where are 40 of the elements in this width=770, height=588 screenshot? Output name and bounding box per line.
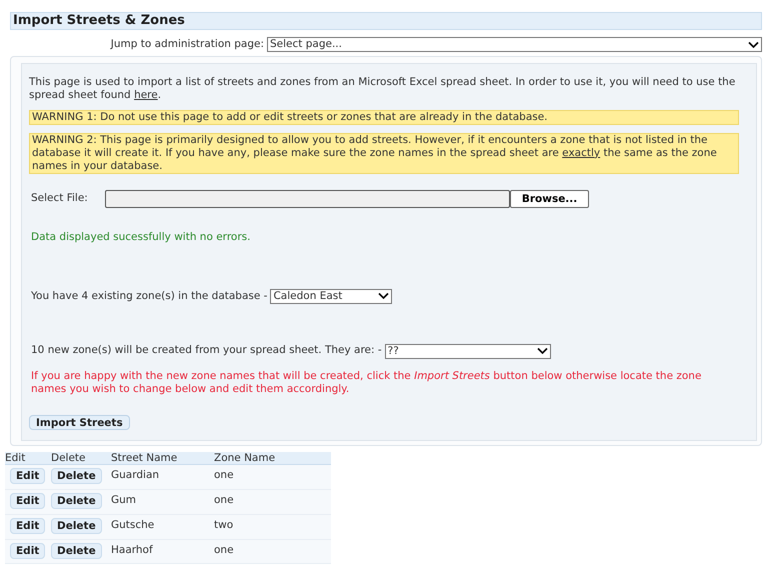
- table-cell: one: [214, 469, 234, 482]
- table-cell: Guardian: [111, 469, 160, 482]
- table-cell: Haarhof: [111, 544, 153, 556]
- here-link[interactable]: here: [134, 88, 158, 101]
- edit-button[interactable]: Edit: [10, 518, 46, 534]
- zone-select[interactable]: ??: [384, 344, 551, 359]
- success-message: Data displayed sucessfully with no errors.: [30, 230, 252, 245]
- import-button[interactable]: Import Streets: [29, 415, 130, 430]
- warning-message: WARNING 2: This page is primarily designed to allow you to add streets. However, if it encounters a zone that is not listed in the database it will create it. If you have any, please make sure the zone names in the spread sheet are exactly the same as the zone names in your database.: [29, 132, 739, 174]
- intro-text: This page is used to import a list of streets and zones from an Microsoft Excel spread sheet. In order to use it, you will need to use the spread sheet found here.: [29, 76, 736, 102]
- jump-label: Jump to administration page:: [110, 37, 264, 52]
- column-header: Delete: [51, 452, 86, 464]
- chevron-icon: [748, 40, 759, 49]
- page-select[interactable]: Select page...: [267, 37, 762, 52]
- chevron-icon: [536, 347, 548, 356]
- edit-button[interactable]: Edit: [10, 542, 46, 558]
- table-cell: Gum: [111, 494, 136, 506]
- zone-label: 10 new zone(s) will be created from your spread sheet. They are: -: [31, 343, 382, 358]
- table-cell: one: [214, 544, 234, 556]
- warning-message: WARNING 1: Do not use this page to add or edit streets or zones that are already in the database.: [29, 110, 739, 125]
- delete-button[interactable]: Delete: [51, 542, 102, 558]
- table-cell: one: [214, 494, 234, 506]
- browse-button[interactable]: Browse...: [510, 190, 590, 208]
- chevron-icon: [378, 292, 390, 300]
- column-header: Edit: [5, 452, 26, 464]
- delete-button[interactable]: Delete: [51, 468, 102, 484]
- notice-text: If you are happy with the new zone names that will be created, click the Import Streets button below otherwise locate the zone names you wish to change below and edit them accordingly.: [30, 370, 702, 396]
- column-header: Street Name: [111, 452, 178, 464]
- column-header: Zone Name: [214, 452, 276, 464]
- page-title: Import Streets & Zones: [10, 12, 762, 30]
- zone-select[interactable]: Caledon East: [270, 288, 392, 304]
- delete-button[interactable]: Delete: [51, 518, 102, 534]
- file-field[interactable]: [104, 190, 510, 208]
- edit-button[interactable]: Edit: [10, 468, 46, 484]
- table-cell: Gutsche: [111, 518, 154, 531]
- edit-button[interactable]: Edit: [10, 493, 46, 509]
- delete-button[interactable]: Delete: [51, 493, 102, 509]
- zone-label: You have 4 existing zone(s) in the database -: [31, 288, 268, 304]
- table-cell: two: [214, 518, 234, 531]
- file-label: Select File:: [31, 190, 88, 206]
